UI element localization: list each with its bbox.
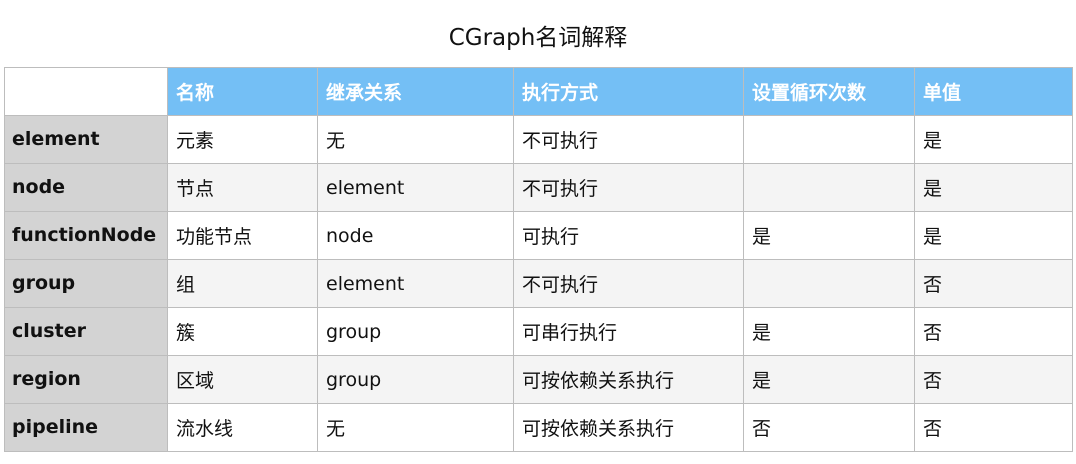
table-cell: 是 xyxy=(914,115,1073,164)
table-row: cluster 簇 group 可串行执行 是 否 xyxy=(4,307,1073,356)
table-cell: 否 xyxy=(914,403,1073,452)
row-header-cell: region xyxy=(4,355,168,404)
table-cell: element xyxy=(317,259,514,308)
column-header-loop-count: 设置循环次数 xyxy=(743,67,915,116)
table-row: group 组 element 不可执行 否 xyxy=(4,259,1073,308)
table-cell: 是 xyxy=(743,211,915,260)
table-cell: 可按依赖关系执行 xyxy=(513,403,744,452)
table-cell: 功能节点 xyxy=(167,211,318,260)
table-cell: 是 xyxy=(743,355,915,404)
column-header-execution: 执行方式 xyxy=(513,67,744,116)
table-cell: 可按依赖关系执行 xyxy=(513,355,744,404)
table-cell: 否 xyxy=(743,403,915,452)
table-row: region 区域 group 可按依赖关系执行 是 否 xyxy=(4,355,1073,404)
table-cell: 否 xyxy=(914,307,1073,356)
table-cell: 不可执行 xyxy=(513,259,744,308)
table-cell: 区域 xyxy=(167,355,318,404)
row-header-cell: element xyxy=(4,115,168,164)
table-cell: 否 xyxy=(914,259,1073,308)
column-header-inheritance: 继承关系 xyxy=(317,67,514,116)
table-cell: 元素 xyxy=(167,115,318,164)
table-cell: 节点 xyxy=(167,163,318,212)
row-header-cell: functionNode xyxy=(4,211,168,260)
table-cell: 无 xyxy=(317,115,514,164)
table-cell: element xyxy=(317,163,514,212)
row-header-cell: node xyxy=(4,163,168,212)
table-cell: 不可执行 xyxy=(513,115,744,164)
column-header-name: 名称 xyxy=(167,67,318,116)
table-row: pipeline 流水线 无 可按依赖关系执行 否 否 xyxy=(4,403,1073,452)
table-cell: group xyxy=(317,355,514,404)
table-cell: 可执行 xyxy=(513,211,744,260)
table-cell: 否 xyxy=(914,355,1073,404)
row-header-cell: cluster xyxy=(4,307,168,356)
table-cell xyxy=(743,115,915,164)
table-cell: 簇 xyxy=(167,307,318,356)
table-cell xyxy=(743,163,915,212)
table-cell: 流水线 xyxy=(167,403,318,452)
table-cell xyxy=(743,259,915,308)
table-cell: 是 xyxy=(743,307,915,356)
table-row: node 节点 element 不可执行 是 xyxy=(4,163,1073,212)
table-cell: 是 xyxy=(914,163,1073,212)
table-cell: node xyxy=(317,211,514,260)
table-header-row: 名称 继承关系 执行方式 设置循环次数 单值 xyxy=(4,67,1073,116)
page-title: CGraph名词解释 xyxy=(448,25,628,51)
terms-table: 名称 继承关系 执行方式 设置循环次数 单值 element 元素 无 不可执行… xyxy=(4,67,1073,452)
table-cell: group xyxy=(317,307,514,356)
column-header-single-value: 单值 xyxy=(914,67,1073,116)
table-cell: 是 xyxy=(914,211,1073,260)
table-cell: 组 xyxy=(167,259,318,308)
table-cell: 可串行执行 xyxy=(513,307,744,356)
table-corner-cell xyxy=(4,67,168,116)
table-row: element 元素 无 不可执行 是 xyxy=(4,115,1073,164)
row-header-cell: pipeline xyxy=(4,403,168,452)
row-header-cell: group xyxy=(4,259,168,308)
table-row: functionNode 功能节点 node 可执行 是 是 xyxy=(4,211,1073,260)
table-cell: 不可执行 xyxy=(513,163,744,212)
table-cell: 无 xyxy=(317,403,514,452)
